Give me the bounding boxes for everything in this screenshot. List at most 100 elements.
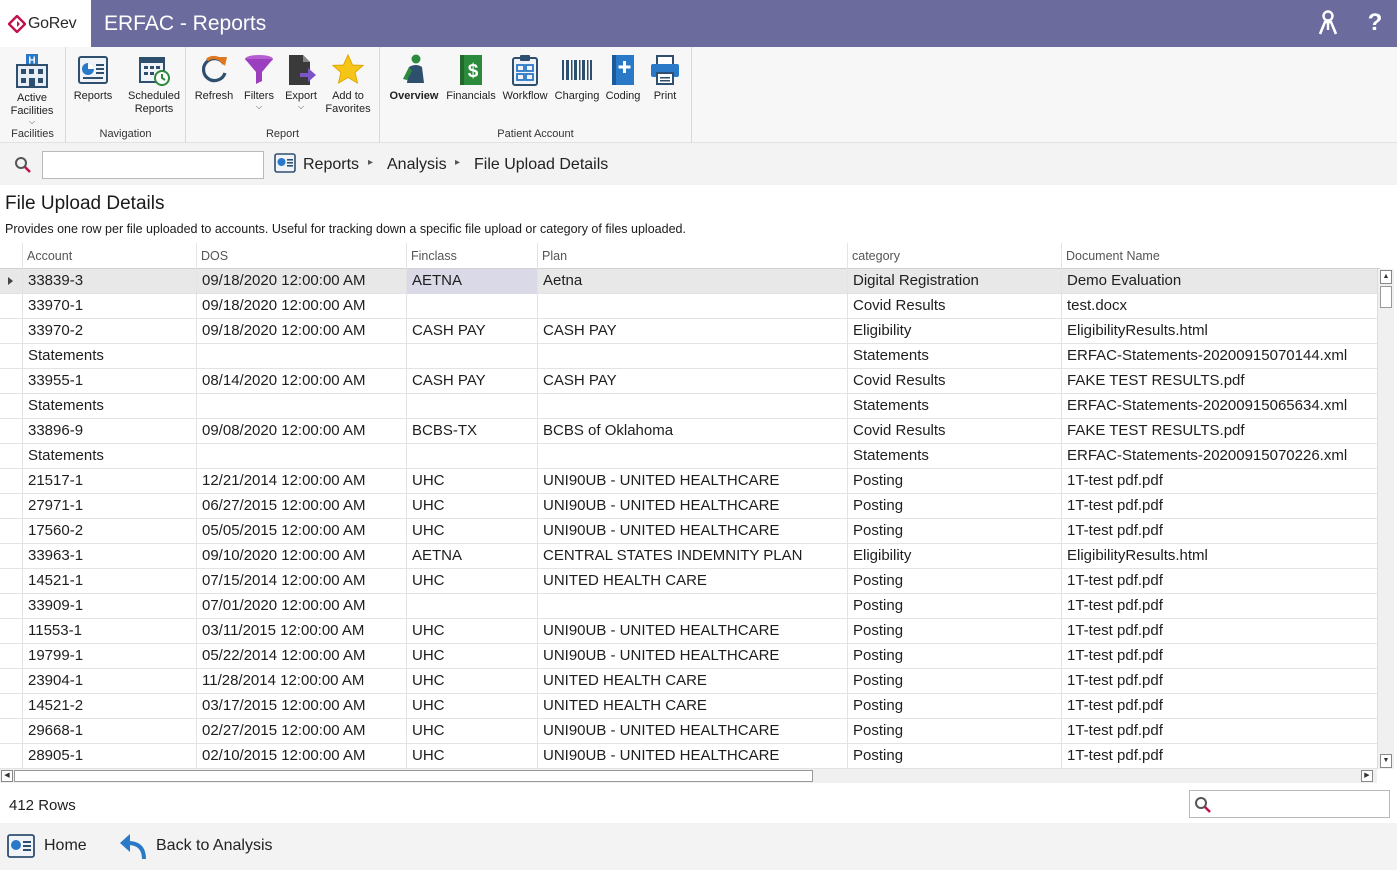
table-cell[interactable]: [537, 394, 847, 419]
table-cell[interactable]: [196, 444, 406, 469]
breadcrumb-item-reports[interactable]: Reports: [303, 156, 359, 174]
table-cell[interactable]: UHC: [406, 469, 537, 494]
table-cell[interactable]: [537, 444, 847, 469]
table-row[interactable]: 21517-1 12/21/2014 12:00:00 AM UHC UNI90UB …: [0, 469, 1377, 494]
table-cell[interactable]: UNI90UB - UNITED HEALTHCARE: [537, 494, 847, 519]
table-cell[interactable]: 09/08/2020 12:00:00 AM: [196, 419, 406, 444]
table-cell[interactable]: 33970-1: [22, 294, 196, 319]
table-row[interactable]: 28905-1 02/10/2015 12:00:00 AM UHC UNI90UB …: [0, 744, 1377, 769]
table-row[interactable]: 14521-2 03/17/2015 12:00:00 AM UHC UNITED H…: [0, 694, 1377, 719]
table-cell[interactable]: BCBS-TX: [406, 419, 537, 444]
table-cell[interactable]: ERFAC-Statements-20200915070226.xml: [1061, 444, 1377, 469]
table-row[interactable]: 33839-3 09/18/2020 12:00:00 AM AETNA Aetna D…: [0, 269, 1377, 294]
table-cell[interactable]: [537, 594, 847, 619]
home-button[interactable]: Home: [6, 831, 87, 861]
table-cell[interactable]: UNITED HEALTH CARE: [537, 694, 847, 719]
breadcrumb-search-input[interactable]: [42, 151, 264, 179]
table-cell[interactable]: 09/18/2020 12:00:00 AM: [196, 294, 406, 319]
table-cell[interactable]: Demo Evaluation: [1061, 269, 1377, 294]
table-cell[interactable]: 06/27/2015 12:00:00 AM: [196, 494, 406, 519]
add-to-favorites-button[interactable]: Add to Favorites: [322, 53, 374, 116]
help-icon[interactable]: ?: [1360, 8, 1390, 38]
table-cell[interactable]: 09/10/2020 12:00:00 AM: [196, 544, 406, 569]
table-cell[interactable]: Posting: [847, 594, 1061, 619]
table-row[interactable]: 29668-1 02/27/2015 12:00:00 AM UHC UNI90UB …: [0, 719, 1377, 744]
table-cell[interactable]: Posting: [847, 569, 1061, 594]
table-cell[interactable]: Posting: [847, 744, 1061, 769]
breadcrumb-item-analysis[interactable]: Analysis: [387, 156, 447, 174]
table-row[interactable]: 17560-2 05/05/2015 12:00:00 AM UHC UNI90UB …: [0, 519, 1377, 544]
back-to-analysis-button[interactable]: Back to Analysis: [118, 831, 273, 861]
scroll-right-icon[interactable]: ▶: [1361, 770, 1373, 782]
table-row[interactable]: 33909-1 07/01/2020 12:00:00 AM Posting 1T-t…: [0, 594, 1377, 619]
table-cell[interactable]: [406, 344, 537, 369]
scroll-up-icon[interactable]: ▲: [1380, 270, 1392, 284]
table-cell[interactable]: 08/14/2020 12:00:00 AM: [196, 369, 406, 394]
table-cell[interactable]: [406, 294, 537, 319]
table-cell[interactable]: 1T-test pdf.pdf: [1061, 569, 1377, 594]
column-header-document-name[interactable]: Document Name: [1061, 243, 1380, 269]
table-cell[interactable]: 1T-test pdf.pdf: [1061, 469, 1377, 494]
table-cell[interactable]: Posting: [847, 519, 1061, 544]
active-facilities-button[interactable]: H Active Facilities ⌵: [3, 53, 61, 126]
export-button[interactable]: Export ⌵: [280, 53, 322, 111]
table-cell[interactable]: [196, 394, 406, 419]
table-cell[interactable]: 1T-test pdf.pdf: [1061, 594, 1377, 619]
table-cell[interactable]: Posting: [847, 619, 1061, 644]
table-cell[interactable]: 33963-1: [22, 544, 196, 569]
table-cell[interactable]: UNI90UB - UNITED HEALTHCARE: [537, 644, 847, 669]
table-cell[interactable]: Statements: [847, 394, 1061, 419]
table-cell[interactable]: 1T-test pdf.pdf: [1061, 519, 1377, 544]
table-cell[interactable]: CASH PAY: [406, 319, 537, 344]
table-cell[interactable]: [537, 294, 847, 319]
reports-button[interactable]: Reports: [70, 53, 116, 103]
grid-search-field[interactable]: [1189, 790, 1390, 818]
table-cell[interactable]: 29668-1: [22, 719, 196, 744]
table-cell[interactable]: 12/21/2014 12:00:00 AM: [196, 469, 406, 494]
table-cell[interactable]: Eligibility: [847, 319, 1061, 344]
table-cell[interactable]: BCBS of Oklahoma: [537, 419, 847, 444]
table-cell[interactable]: UHC: [406, 644, 537, 669]
table-cell[interactable]: EligibilityResults.html: [1061, 544, 1377, 569]
table-cell[interactable]: UHC: [406, 519, 537, 544]
column-header-account[interactable]: Account: [22, 243, 196, 269]
filters-button[interactable]: Filters ⌵: [238, 53, 280, 111]
table-cell[interactable]: ERFAC-Statements-20200915065634.xml: [1061, 394, 1377, 419]
table-cell[interactable]: UHC: [406, 494, 537, 519]
table-cell[interactable]: Statements: [22, 344, 196, 369]
financials-button[interactable]: $ Financials: [446, 53, 496, 103]
table-cell[interactable]: [406, 444, 537, 469]
column-header-dos[interactable]: DOS: [196, 243, 406, 269]
table-cell[interactable]: Statements: [847, 344, 1061, 369]
table-cell[interactable]: UNI90UB - UNITED HEALTHCARE: [537, 469, 847, 494]
table-cell[interactable]: UHC: [406, 694, 537, 719]
table-row[interactable]: 33970-1 09/18/2020 12:00:00 AM Covid Resul…: [0, 294, 1377, 319]
table-cell[interactable]: Eligibility: [847, 544, 1061, 569]
table-cell[interactable]: 33896-9: [22, 419, 196, 444]
table-cell[interactable]: 1T-test pdf.pdf: [1061, 619, 1377, 644]
table-cell[interactable]: [537, 344, 847, 369]
table-row[interactable]: 11553-1 03/11/2015 12:00:00 AM UHC UNI90UB …: [0, 619, 1377, 644]
table-cell[interactable]: 07/01/2020 12:00:00 AM: [196, 594, 406, 619]
table-cell[interactable]: UNI90UB - UNITED HEALTHCARE: [537, 619, 847, 644]
charging-button[interactable]: Charging: [552, 53, 602, 103]
column-header-plan[interactable]: Plan: [537, 243, 847, 269]
coding-button[interactable]: Coding: [602, 53, 644, 103]
table-cell[interactable]: Statements: [847, 444, 1061, 469]
table-row[interactable]: Statements Statements ERFAC-Statements-202…: [0, 444, 1377, 469]
column-header-finclass[interactable]: Finclass: [406, 243, 537, 269]
table-row[interactable]: 27971-1 06/27/2015 12:00:00 AM UHC UNI90UB …: [0, 494, 1377, 519]
vertical-scrollbar[interactable]: ▲ ▼: [1377, 269, 1394, 769]
scroll-left-icon[interactable]: ◀: [1, 770, 13, 782]
table-cell[interactable]: UHC: [406, 619, 537, 644]
table-cell[interactable]: UNI90UB - UNITED HEALTHCARE: [537, 519, 847, 544]
table-cell[interactable]: UHC: [406, 744, 537, 769]
table-cell[interactable]: [406, 594, 537, 619]
table-cell[interactable]: Posting: [847, 494, 1061, 519]
table-cell[interactable]: UNITED HEALTH CARE: [537, 669, 847, 694]
table-cell[interactable]: 05/05/2015 12:00:00 AM: [196, 519, 406, 544]
table-cell[interactable]: 17560-2: [22, 519, 196, 544]
table-cell[interactable]: 1T-test pdf.pdf: [1061, 719, 1377, 744]
table-cell[interactable]: Statements: [22, 394, 196, 419]
table-cell[interactable]: Posting: [847, 719, 1061, 744]
